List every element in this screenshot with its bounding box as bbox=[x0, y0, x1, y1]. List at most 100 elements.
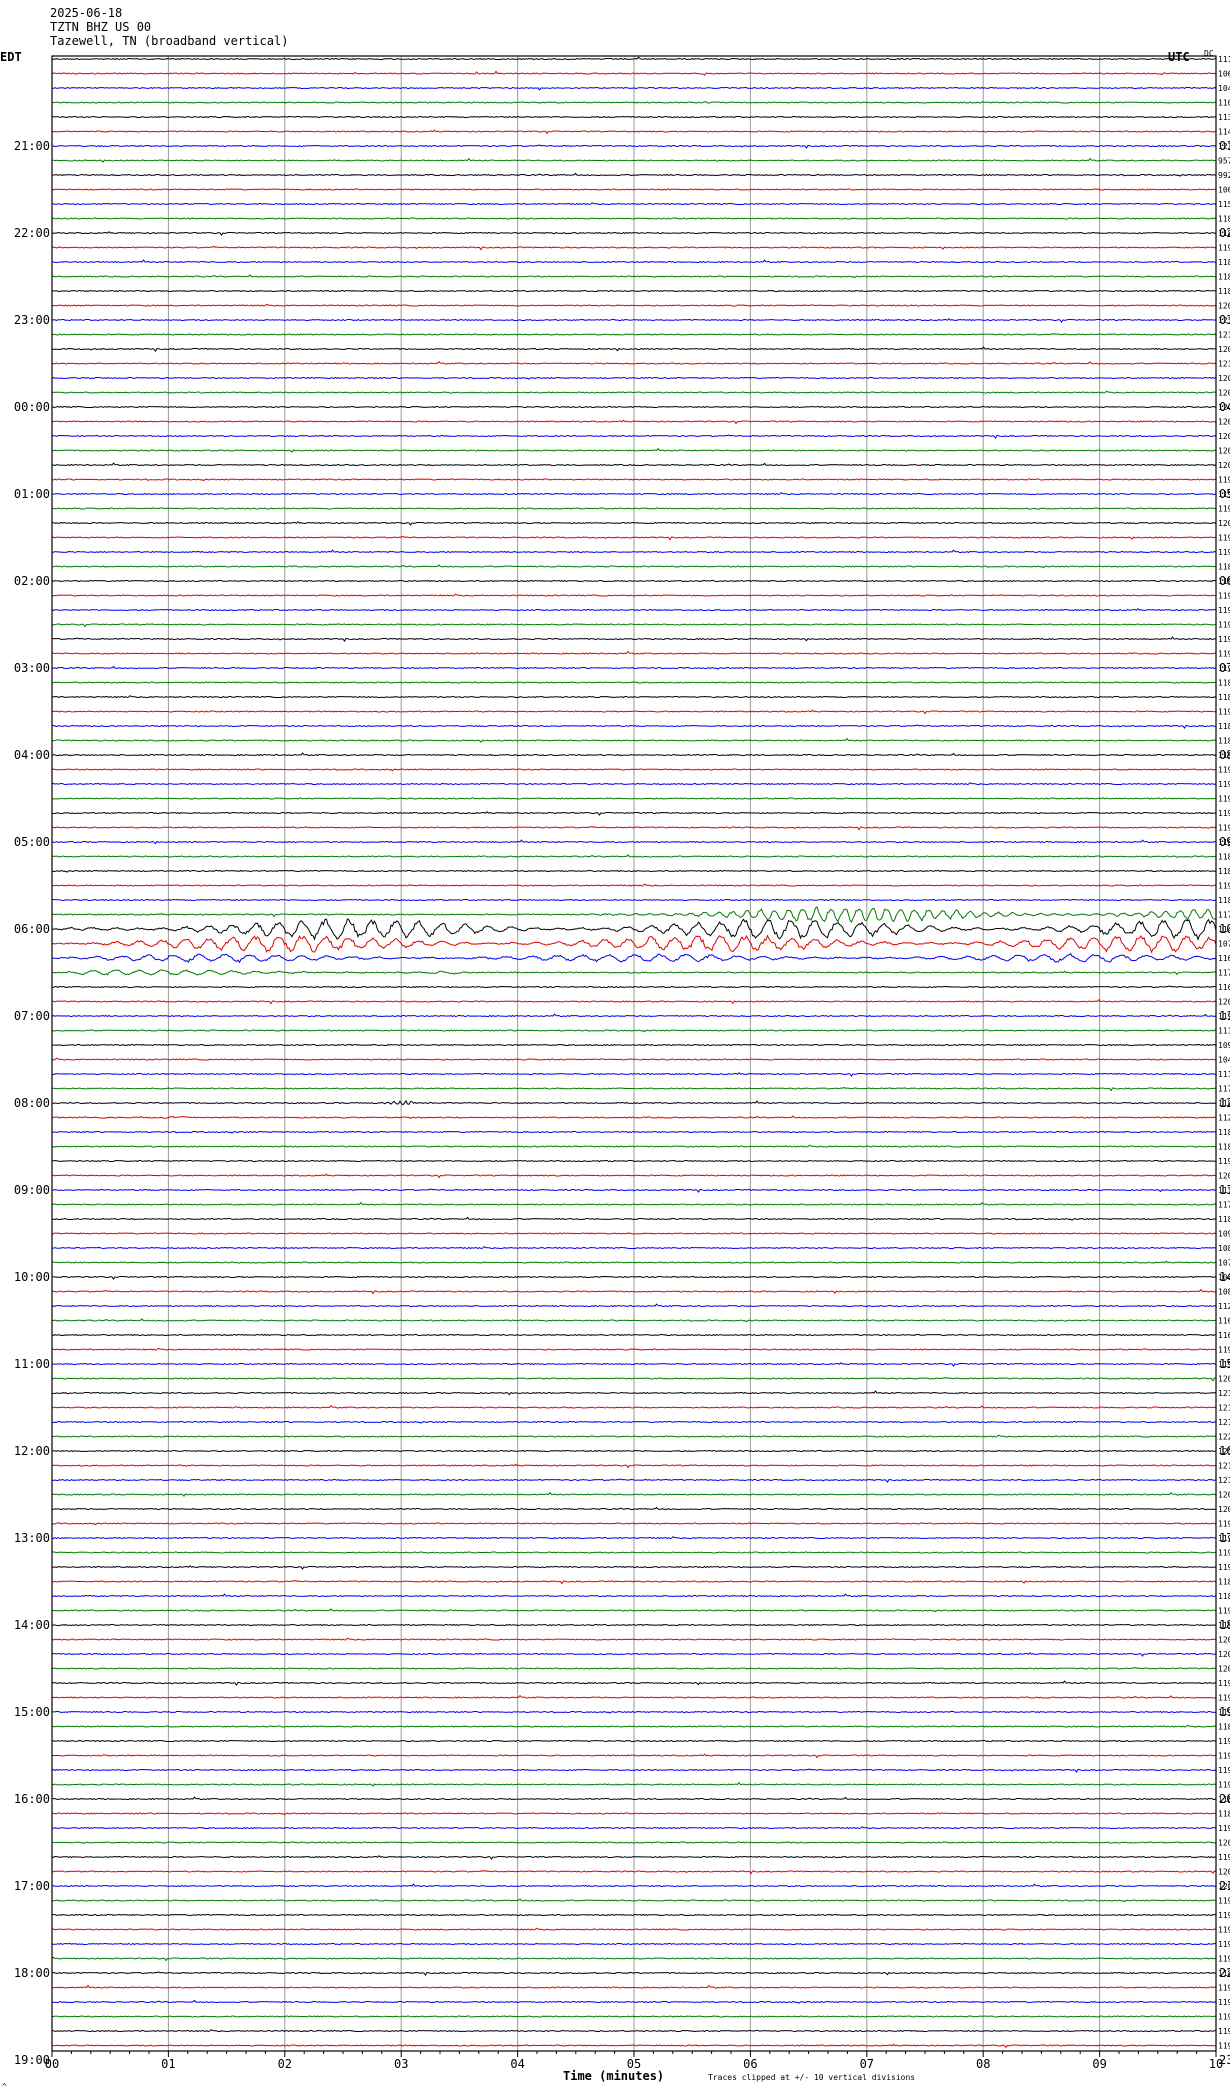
dc-offset-label: 1192 bbox=[1218, 244, 1230, 253]
dc-offset-label: 1217 bbox=[1218, 1404, 1230, 1413]
seismic-trace bbox=[51, 579, 1217, 583]
right-hour-label: 01:10 bbox=[1219, 139, 1230, 153]
right-hour-label: 12:10 bbox=[1219, 1096, 1230, 1110]
left-hour-label: 13:00 bbox=[14, 1531, 50, 1545]
right-hour-label: 07:10 bbox=[1219, 661, 1230, 675]
right-hour-label: 03:10 bbox=[1219, 313, 1230, 327]
left-hour-label: 10:00 bbox=[14, 1270, 50, 1284]
dc-offset-label: 1192 bbox=[1218, 548, 1230, 557]
dc-offset-label: 1118 bbox=[1218, 1027, 1230, 1036]
dc-offset-label: 1190 bbox=[1218, 650, 1230, 659]
left-hour-label: 18:00 bbox=[14, 1966, 50, 1980]
dc-offset-label: 1073 bbox=[1218, 1259, 1230, 1268]
dc-offset-label: 1176 bbox=[1218, 969, 1230, 978]
x-tick-label: 03 bbox=[394, 2057, 408, 2071]
left-hour-label: 23:00 bbox=[14, 313, 50, 327]
dc-offset-label: 1193 bbox=[1218, 2027, 1230, 2036]
dc-offset-label: 1193 bbox=[1218, 1694, 1230, 1703]
dc-offset-label: 1193 bbox=[1218, 795, 1230, 804]
dc-offset-label: 1193 bbox=[1218, 635, 1230, 644]
right-hour-label: 04:10 bbox=[1219, 400, 1230, 414]
dc-offset-label: 1165 bbox=[1218, 1331, 1230, 1340]
dc-offset-label: 1198 bbox=[1218, 1940, 1230, 1949]
x-tick-label: 06 bbox=[743, 2057, 757, 2071]
dc-offset-label: 1201 bbox=[1218, 389, 1230, 398]
dc-offset-label: 1202 bbox=[1218, 418, 1230, 427]
dc-offset-label: 1169 bbox=[1218, 983, 1230, 992]
right-hour-label: 11:10 bbox=[1219, 1009, 1230, 1023]
dc-offset-label: 1195 bbox=[1218, 780, 1230, 789]
dc-offset-label: 1196 bbox=[1218, 1824, 1230, 1833]
left-hour-label: 06:00 bbox=[14, 922, 50, 936]
right-hour-label: 20:10 bbox=[1219, 1792, 1230, 1806]
left-hour-label: 04:00 bbox=[14, 748, 50, 762]
dc-offset-label: 1185 bbox=[1218, 287, 1230, 296]
dc-offset-label: 1186 bbox=[1218, 273, 1230, 282]
left-hour-label: 09:00 bbox=[14, 1183, 50, 1197]
dc-offset-label: 1100 bbox=[1218, 99, 1230, 108]
dc-offset-label: 1223 bbox=[1218, 1433, 1230, 1442]
dc-offset-label: 1188 bbox=[1218, 1578, 1230, 1587]
dc-offset-label: 1200 bbox=[1218, 519, 1230, 528]
grid-layer bbox=[51, 56, 1217, 2057]
seismic-trace bbox=[51, 797, 1217, 800]
left-hour-label: 07:00 bbox=[14, 1009, 50, 1023]
left-hour-label: 15:00 bbox=[14, 1705, 50, 1719]
left-hour-label: 00:00 bbox=[14, 400, 50, 414]
seismic-trace bbox=[52, 115, 1217, 119]
dc-offset-label: 1094 bbox=[1218, 1230, 1230, 1239]
dc-offset-label: 1200 bbox=[1218, 1839, 1230, 1848]
left-hour-label: 11:00 bbox=[14, 1357, 50, 1371]
dc-offset-label: 1198 bbox=[1218, 1607, 1230, 1616]
dc-offset-label: 1201 bbox=[1218, 432, 1230, 441]
right-hour-label: 09:10 bbox=[1219, 835, 1230, 849]
right-hour-label: 06:10 bbox=[1219, 574, 1230, 588]
right-hour-label: 05:10 bbox=[1219, 487, 1230, 501]
right-hour-label: 22:10 bbox=[1219, 1966, 1230, 1980]
seismic-trace bbox=[51, 1942, 1217, 1946]
dc-offset-label: 1160 bbox=[1218, 954, 1230, 963]
dc-offset-label: 1189 bbox=[1218, 1592, 1230, 1601]
dc-offset-label: 1185 bbox=[1218, 1723, 1230, 1732]
dc-offset-label: 1179 bbox=[1218, 911, 1230, 920]
left-hour-label: 21:00 bbox=[14, 139, 50, 153]
dc-offset-label: 1127 bbox=[1218, 1302, 1230, 1311]
dc-offset-label: 1180 bbox=[1218, 1128, 1230, 1137]
dc-offset-label: 1190 bbox=[1218, 1955, 1230, 1964]
dc-offset-label: 1201 bbox=[1218, 1868, 1230, 1877]
left-hour-label: 17:00 bbox=[14, 1879, 50, 1893]
dc-offset-label: 1198 bbox=[1218, 476, 1230, 485]
x-tick-label: 09 bbox=[1092, 2057, 1106, 2071]
label-layer: 0001020304050607080910111710651047110011… bbox=[14, 55, 1230, 2071]
x-tick-label: 04 bbox=[510, 2057, 524, 2071]
right-hour-label: 21:10 bbox=[1219, 1879, 1230, 1893]
dc-offset-label: 1183 bbox=[1218, 1215, 1230, 1224]
dc-offset-label: 1208 bbox=[1218, 374, 1230, 383]
dc-offset-label: 1045 bbox=[1218, 1056, 1230, 1065]
dc-offset-label: 1203 bbox=[1218, 1636, 1230, 1645]
right-hour-label: 18:10 bbox=[1219, 1618, 1230, 1632]
dc-offset-label: 1086 bbox=[1218, 1244, 1230, 1253]
dc-offset-label: 1088 bbox=[1218, 1288, 1230, 1297]
dc-offset-label: 1204 bbox=[1218, 1650, 1230, 1659]
dc-offset-label: 1196 bbox=[1218, 505, 1230, 514]
dc-offset-label: 1190 bbox=[1218, 2013, 1230, 2022]
x-tick-label: 02 bbox=[278, 2057, 292, 2071]
right-hour-label: 15:10 bbox=[1219, 1357, 1230, 1371]
left-hour-label: 14:00 bbox=[14, 1618, 50, 1632]
dc-offset-label: 1158 bbox=[1218, 200, 1230, 209]
right-hour-label: 19:10 bbox=[1219, 1705, 1230, 1719]
dc-offset-label: 1183 bbox=[1218, 867, 1230, 876]
dc-offset-label: 1190 bbox=[1218, 1563, 1230, 1572]
dc-offset-label: 1201 bbox=[1218, 447, 1230, 456]
dc-offset-label: 1190 bbox=[1218, 824, 1230, 833]
dc-offset-label: 1190 bbox=[1218, 882, 1230, 891]
seismic-trace bbox=[52, 1551, 1217, 1554]
dc-offset-label: 1190 bbox=[1218, 621, 1230, 630]
dc-offset-label: 1210 bbox=[1218, 360, 1230, 369]
x-tick-label: 08 bbox=[976, 2057, 990, 2071]
dc-offset-label: 1098 bbox=[1218, 1041, 1230, 1050]
dc-offset-label: 1209 bbox=[1218, 302, 1230, 311]
dc-offset-label: 1204 bbox=[1218, 1172, 1230, 1181]
helicorder-plot: 0001020304050607080910111710651047110011… bbox=[14, 55, 1230, 2071]
